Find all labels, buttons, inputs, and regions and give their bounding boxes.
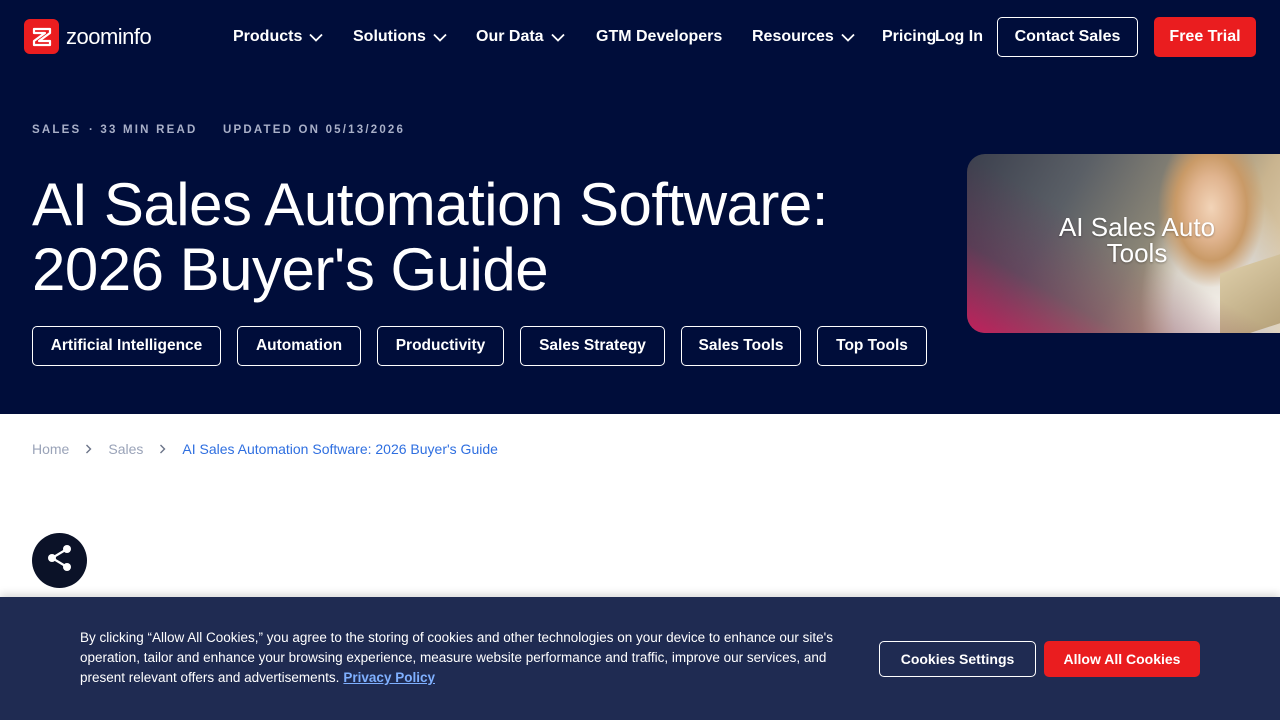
free-trial-button[interactable]: Free Trial — [1154, 17, 1256, 57]
tag-sales-strategy[interactable]: Sales Strategy — [520, 326, 665, 366]
logo-wordmark: zoominfo — [66, 23, 152, 49]
tag-top-tools[interactable]: Top Tools — [817, 326, 927, 366]
nav-pricing-label: Pricing — [882, 28, 937, 45]
zoominfo-logo[interactable]: zoominfo — [24, 19, 152, 54]
chevron-down-icon — [841, 33, 855, 42]
cookie-banner: By clicking “Allow All Cookies,” you agr… — [0, 597, 1280, 720]
hero-image-caption: AI Sales Auto Tools — [1058, 212, 1216, 268]
cookie-message: By clicking “Allow All Cookies,” you agr… — [80, 628, 840, 688]
chevron-down-icon — [550, 33, 565, 42]
allow-all-cookies-button[interactable]: Allow All Cookies — [1044, 641, 1200, 677]
breadcrumb-current: AI Sales Automation Software: 2026 Buyer… — [182, 441, 498, 457]
share-icon — [46, 543, 74, 578]
cookies-settings-button[interactable]: Cookies Settings — [879, 641, 1036, 677]
article-hero: zoominfo Products Solutions Our Data GTM… — [0, 0, 1280, 414]
breadcrumb-sales[interactable]: Sales — [108, 441, 143, 457]
tag-automation[interactable]: Automation — [237, 326, 361, 366]
nav-log-in-label: Log In — [935, 28, 983, 45]
nav-solutions[interactable]: Solutions — [353, 26, 447, 48]
nav-products-label: Products — [233, 28, 303, 45]
nav-resources[interactable]: Resources — [752, 26, 855, 48]
contact-sales-button[interactable]: Contact Sales — [997, 17, 1138, 57]
nav-products[interactable]: Products — [233, 26, 323, 48]
breadcrumb-home[interactable]: Home — [32, 441, 69, 457]
tag-artificial-intelligence[interactable]: Artificial Intelligence — [32, 326, 221, 366]
tag-productivity[interactable]: Productivity — [377, 326, 504, 366]
chevron-right-icon — [159, 444, 166, 454]
nav-log-in[interactable]: Log In — [935, 26, 983, 48]
nav-pricing[interactable]: Pricing — [882, 26, 936, 48]
nav-gtm-developers[interactable]: GTM Developers — [596, 26, 722, 48]
article-updated-date: UPDATED ON 05/13/2026 — [223, 124, 406, 136]
tag-sales-tools[interactable]: Sales Tools — [681, 326, 801, 366]
nav-our-data-label: Our Data — [476, 28, 544, 45]
share-button[interactable] — [32, 533, 87, 588]
breadcrumb: Home Sales AI Sales Automation Software:… — [32, 440, 498, 458]
top-nav: zoominfo Products Solutions Our Data GTM… — [0, 0, 1280, 74]
chevron-right-icon — [85, 444, 92, 454]
zoominfo-logo-icon — [24, 19, 59, 54]
chevron-down-icon — [433, 33, 447, 42]
article-read-time: · 33 MIN READ — [89, 124, 198, 136]
chevron-down-icon — [309, 33, 323, 42]
privacy-policy-link[interactable]: Privacy Policy — [343, 670, 435, 685]
nav-our-data[interactable]: Our Data — [476, 26, 565, 48]
page-title: AI Sales Automation Software: 2026 Buyer… — [32, 171, 828, 303]
nav-solutions-label: Solutions — [353, 28, 426, 45]
cookie-message-text: By clicking “Allow All Cookies,” you agr… — [80, 630, 833, 685]
nav-gtm-developers-label: GTM Developers — [596, 28, 723, 45]
hero-image: AI Sales Auto Tools — [967, 154, 1280, 333]
nav-resources-label: Resources — [752, 28, 834, 45]
article-category[interactable]: SALES — [32, 124, 81, 136]
